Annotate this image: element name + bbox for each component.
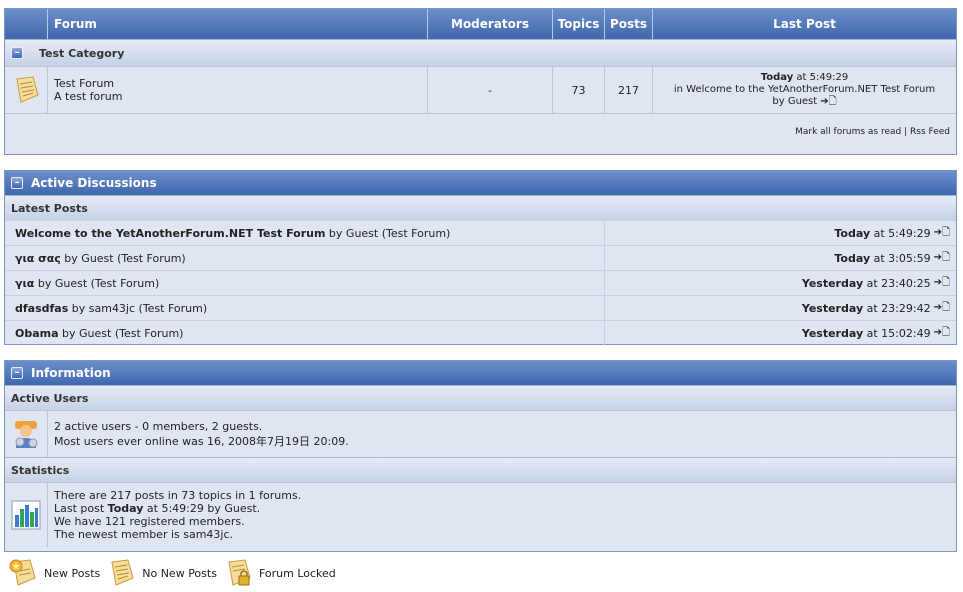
forum-status-icon <box>5 67 48 113</box>
list-item: για σας by Guest (Test Forum) Today at 3… <box>5 245 956 270</box>
topic-link[interactable]: για σας <box>15 252 61 265</box>
last-post-author: by Guest <box>772 96 818 107</box>
topic-link[interactable]: για <box>15 277 34 290</box>
information: – Information Active Users 2 active user… <box>4 360 957 552</box>
post-author: by Guest (Test Forum) <box>58 326 184 340</box>
forum-row: Test Forum A test forum - 73 217 Today a… <box>5 66 956 113</box>
statistics-info: There are 217 posts in 73 topics in 1 fo… <box>48 483 956 547</box>
collapse-icon[interactable]: – <box>11 177 23 189</box>
header-topics: Topics <box>553 9 605 39</box>
forum-locked-icon <box>228 559 251 586</box>
active-users-line2: Most users ever online was 16, 2008年7月19… <box>54 434 349 448</box>
list-item: για by Guest (Test Forum) Yesterday at 2… <box>5 270 956 295</box>
no-new-posts-icon <box>111 559 134 586</box>
bar-chart-icon <box>11 500 41 530</box>
users-icon <box>15 421 38 448</box>
information-header: – Information <box>5 361 956 385</box>
header-last-post: Last Post <box>773 17 836 31</box>
forum-moderators: - <box>428 67 553 113</box>
footer-separator: | <box>901 127 911 137</box>
post-author: by Guest (Test Forum) <box>60 251 186 265</box>
header-posts: Posts <box>605 9 653 39</box>
statistics-subheader: Statistics <box>5 457 956 482</box>
list-item: Welcome to the YetAnotherForum.NET Test … <box>5 220 956 245</box>
forum-table: Forum Moderators Topics Posts Last Post … <box>4 8 957 155</box>
stats-line1: There are 217 posts in 73 topics in 1 fo… <box>54 489 302 502</box>
last-post-time: at 5:49:29 <box>793 72 849 83</box>
forum-table-header: Forum Moderators Topics Posts Last Post <box>5 9 956 39</box>
category-title[interactable]: Test Category <box>39 47 124 60</box>
post-time: at 5:49:29 <box>870 226 931 240</box>
forum-footer: Mark all forums as read | Rss Feed <box>5 113 956 150</box>
post-day: Today <box>834 251 871 265</box>
latest-posts-subheader: Latest Posts <box>5 195 956 220</box>
active-discussions: – Active Discussions Latest Posts Welcom… <box>4 170 957 345</box>
legend-no-new-posts-label: No New Posts <box>142 566 217 580</box>
forum-topics-count: 73 <box>553 67 605 113</box>
last-post-topic-link[interactable]: in Welcome to the YetAnotherForum.NET Te… <box>674 84 935 96</box>
active-users-info: 2 active users - 0 members, 2 guests. Mo… <box>48 411 956 457</box>
go-to-post-icon[interactable]: ➔🗋 <box>934 300 950 317</box>
go-to-post-icon[interactable]: ➔🗋 <box>934 275 950 292</box>
stats-icon-cell <box>5 483 48 547</box>
post-day: Yesterday <box>801 326 864 340</box>
topic-link[interactable]: dfasdfas <box>15 302 68 315</box>
post-day: Today <box>834 226 871 240</box>
active-users-subheader: Active Users <box>5 385 956 410</box>
list-item: dfasdfas by sam43jc (Test Forum) Yesterd… <box>5 295 956 320</box>
stats-line4: The newest member is sam43jc. <box>54 528 234 541</box>
list-item: Obama by Guest (Test Forum) Yesterday at… <box>5 320 956 345</box>
post-time: at 3:05:59 <box>870 251 931 265</box>
category-row: – Test Category <box>5 39 956 66</box>
stats-line2-post: at 5:49:29 by Guest. <box>143 502 261 515</box>
forum-posts-count: 217 <box>605 67 653 113</box>
stats-line2-day: Today <box>107 502 144 515</box>
post-author: by Guest (Test Forum) <box>325 226 451 240</box>
last-post-day: Today <box>760 72 794 83</box>
topic-link[interactable]: Welcome to the YetAnotherForum.NET Test … <box>15 227 325 240</box>
statistics-row: There are 217 posts in 73 topics in 1 fo… <box>5 482 956 547</box>
information-title: Information <box>31 366 111 380</box>
forum-description: A test forum <box>54 90 123 103</box>
go-to-post-icon[interactable]: ➔🗋 <box>934 325 950 342</box>
no-new-posts-icon <box>16 76 39 103</box>
collapse-icon[interactable]: – <box>11 367 23 379</box>
legend-forum-locked: Forum Locked <box>223 558 336 588</box>
header-moderators: Moderators <box>428 9 553 39</box>
post-day: Yesterday <box>801 276 864 290</box>
users-icon-cell <box>5 411 48 457</box>
go-to-post-icon[interactable]: ➔🗋 <box>934 225 950 242</box>
header-icon-cell <box>5 9 48 39</box>
active-discussions-header: – Active Discussions <box>5 171 956 195</box>
post-author: by sam43jc (Test Forum) <box>68 301 208 315</box>
go-to-last-post-icon[interactable]: ➔🗋 <box>820 96 836 108</box>
new-posts-icon <box>9 559 36 586</box>
go-to-post-icon[interactable]: ➔🗋 <box>934 250 950 267</box>
legend-forum-locked-label: Forum Locked <box>258 566 336 580</box>
post-time: at 23:40:25 <box>863 276 931 290</box>
forum-info: Test Forum A test forum <box>48 67 428 113</box>
rss-feed-link[interactable]: Rss Feed <box>910 127 950 137</box>
legend-new-posts-label: New Posts <box>44 566 101 580</box>
stats-line2-pre: Last post <box>54 502 108 515</box>
topic-link[interactable]: Obama <box>15 327 59 340</box>
forum-legend: New Posts No New Posts Forum Locked <box>8 558 342 588</box>
post-author: by Guest (Test Forum) <box>34 276 160 290</box>
forum-name-link[interactable]: Test Forum <box>54 77 114 90</box>
active-users-line1: 2 active users - 0 members, 2 guests. <box>54 419 263 433</box>
post-time: at 15:02:49 <box>863 326 931 340</box>
active-discussions-title: Active Discussions <box>31 176 157 190</box>
forum-last-post: Today at 5:49:29 in Welcome to the YetAn… <box>653 67 956 113</box>
legend-new-posts: New Posts <box>8 558 100 588</box>
mark-all-read-link[interactable]: Mark all forums as read <box>795 127 901 137</box>
legend-no-new-posts: No New Posts <box>106 558 217 588</box>
post-day: Yesterday <box>801 301 864 315</box>
post-time: at 23:29:42 <box>863 301 931 315</box>
collapse-icon[interactable]: – <box>11 47 23 59</box>
header-forum: Forum <box>48 9 428 39</box>
stats-line3: We have 121 registered members. <box>54 515 245 528</box>
active-users-row: 2 active users - 0 members, 2 guests. Mo… <box>5 410 956 457</box>
